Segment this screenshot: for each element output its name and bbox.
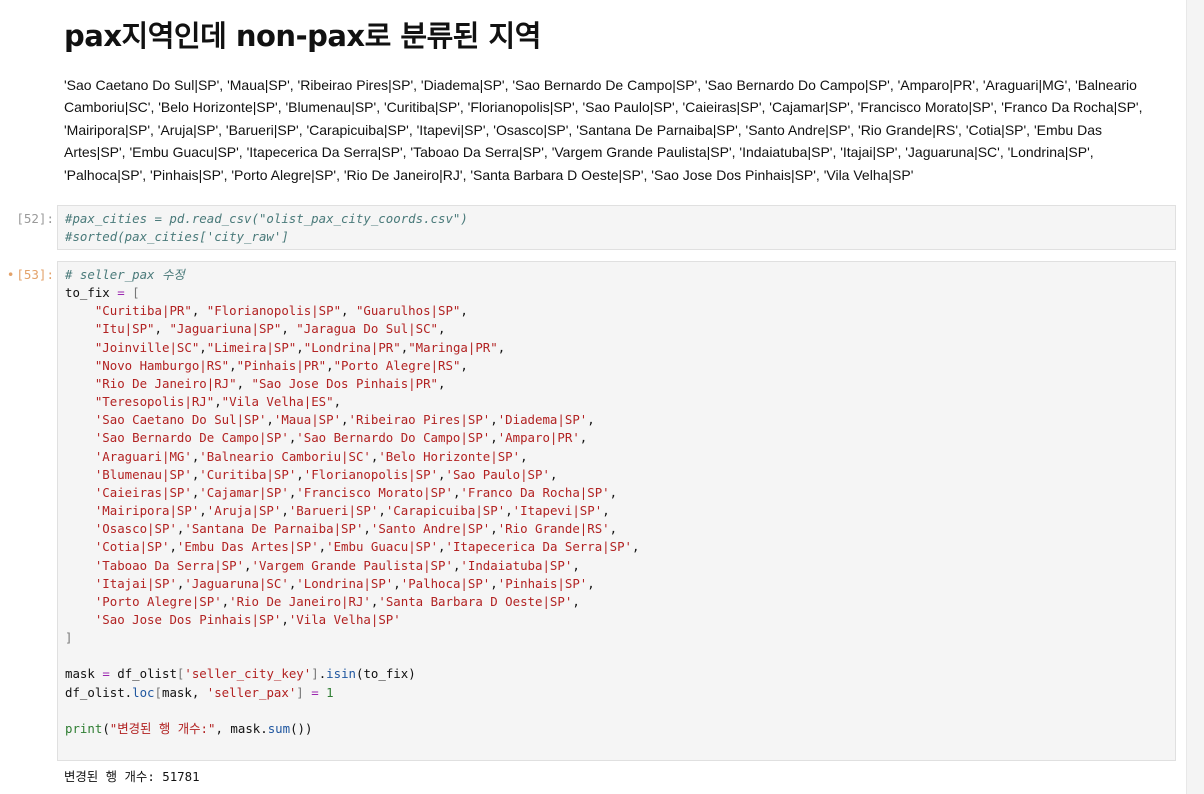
code-string: 'Francisco Morato|SP'	[296, 484, 453, 500]
code-string: 'Curitiba|SP'	[199, 466, 297, 482]
code-string: 'Jaguaruna|SC'	[184, 575, 289, 591]
code-string: 'Rio Grande|RS'	[497, 521, 610, 537]
code-operator: =	[311, 684, 319, 700]
code-string: 'Maua|SP'	[273, 412, 342, 428]
code-string: 'Belo Horizonte|SP'	[378, 448, 521, 464]
code-string: "Teresopolis|RJ"	[94, 394, 215, 410]
code-string: "Porto Alegre|RS"	[333, 357, 461, 373]
code-string: "Curitiba|PR"	[94, 303, 192, 319]
code-string: "Pinhais|PR"	[236, 357, 327, 373]
code-string: 'Cotia|SP'	[94, 539, 170, 555]
code-method: sum	[267, 720, 291, 736]
code-string: 'Rio De Janeiro|RJ'	[229, 593, 371, 609]
code-string: 'Palhoca|SP'	[400, 575, 491, 591]
code-comment: # seller_pax 수정	[65, 267, 185, 282]
execution-count-prompt: [52]:	[16, 211, 54, 226]
code-string: 'Santo Andre|SP'	[370, 521, 491, 537]
code-bracket: [	[154, 684, 162, 700]
code-string: 'seller_pax'	[206, 684, 297, 700]
markdown-cell[interactable]: pax지역인데 non-pax로 분류된 지역 'Sao Caetano Do …	[64, 14, 1154, 186]
code-string: 'Carapicuiba|SP'	[385, 503, 506, 519]
execution-count-prompt: • [53]:	[6, 267, 54, 282]
code-string: 'Araguari|MG'	[94, 448, 192, 464]
code-string: 'seller_city_key'	[184, 666, 312, 682]
markdown-paragraph: 'Sao Caetano Do Sul|SP', 'Maua|SP', 'Rib…	[64, 77, 1143, 183]
code-string: 'Santana De Parnaiba|SP'	[184, 521, 364, 537]
code-block: # seller_pax 수정 to_fix = [ "Curitiba|PR"…	[65, 267, 640, 736]
code-string: 'Sao Bernardo De Campo|SP'	[94, 430, 289, 446]
code-string: 'Taboao Da Serra|SP'	[94, 557, 245, 573]
code-method: loc	[132, 684, 155, 700]
code-string: 'Embu Das Artes|SP'	[176, 539, 319, 555]
code-string: "Londrina|PR"	[303, 339, 401, 355]
code-bracket: ]	[296, 684, 304, 700]
markdown-heading: pax지역인데 non-pax로 분류된 지역	[64, 19, 541, 53]
code-string: 'Porto Alegre|SP'	[94, 593, 222, 609]
code-string: "Itu|SP"	[94, 321, 155, 337]
code-string: 'Osasco|SP'	[94, 521, 177, 537]
code-string: 'Londrina|SP'	[296, 575, 394, 591]
code-string: 'Franco Da Rocha|SP'	[460, 484, 610, 500]
code-bracket: ]	[65, 630, 73, 646]
code-string: "Florianopolis|SP"	[206, 303, 342, 319]
code-number: 1	[326, 684, 334, 700]
code-string: "Guarulhos|SP"	[355, 303, 461, 319]
code-string: "Maringa|PR"	[408, 339, 498, 355]
code-string: "Limeira|SP"	[206, 339, 297, 355]
code-string: 'Sao Paulo|SP'	[445, 466, 550, 482]
cell-output: 변경된 행 개수: 51781	[64, 769, 200, 784]
code-string: "Jaragua Do Sul|SC"	[296, 321, 439, 337]
code-string: 'Embu Guacu|SP'	[326, 539, 439, 555]
scrollbar[interactable]	[1186, 0, 1204, 794]
code-string: "Joinville|SC"	[94, 339, 200, 355]
code-string: 'Amparo|PR'	[497, 430, 580, 446]
code-bracket: ]	[311, 666, 319, 682]
code-string: 'Indaiatuba|SP'	[460, 557, 573, 573]
code-string: 'Mairipora|SP'	[94, 503, 200, 519]
code-editor[interactable]: #pax_cities = pd.read_csv("olist_pax_cit…	[57, 205, 1176, 250]
code-editor[interactable]: # seller_pax 수정 to_fix = [ "Curitiba|PR"…	[57, 261, 1176, 761]
code-string: 'Ribeirao Pires|SP'	[348, 412, 491, 428]
code-string: 'Barueri|SP'	[288, 503, 379, 519]
code-string: 'Vila Velha|SP'	[288, 611, 401, 627]
unsaved-dot-icon: •	[6, 267, 15, 282]
code-string: 'Itajai|SP'	[94, 575, 177, 591]
code-string: 'Balneario Camboriu|SC'	[199, 448, 371, 464]
code-operator: =	[102, 666, 110, 682]
code-string: "Vila Velha|ES"	[221, 394, 334, 410]
code-string: "Rio De Janeiro|RJ"	[94, 375, 237, 391]
code-string: 'Itapecerica Da Serra|SP'	[445, 539, 633, 555]
code-string: 'Aruja|SP'	[206, 503, 282, 519]
code-string: 'Itapevi|SP'	[512, 503, 603, 519]
code-builtin: print	[65, 720, 103, 736]
comment-line: #sorted(pax_cities['city_raw']	[65, 229, 289, 245]
code-method: isin	[326, 666, 356, 682]
comment-line: #pax_cities = pd.read_csv("olist_pax_cit…	[65, 211, 468, 226]
code-operator: =	[117, 285, 125, 301]
code-string: 'Sao Bernardo Do Campo|SP'	[296, 430, 491, 446]
code-string: 'Florianopolis|SP'	[303, 466, 439, 482]
code-string: 'Diadema|SP'	[497, 412, 588, 428]
code-string: 'Pinhais|SP'	[497, 575, 588, 591]
code-bracket: [	[132, 285, 140, 301]
code-string: "변경된 행 개수:"	[109, 720, 216, 736]
code-string: "Novo Hamburgo|RS"	[94, 357, 230, 373]
code-string: 'Blumenau|SP'	[94, 466, 192, 482]
code-string: "Jaguariuna|SP"	[169, 321, 282, 337]
code-string: 'Caieiras|SP'	[94, 484, 192, 500]
code-string: "Sao Jose Dos Pinhais|PR"	[251, 375, 439, 391]
code-string: 'Sao Caetano Do Sul|SP'	[94, 412, 267, 428]
code-string: 'Sao Jose Dos Pinhais|SP'	[94, 611, 282, 627]
code-string: 'Santa Barbara D Oeste|SP'	[378, 593, 573, 609]
code-string: 'Vargem Grande Paulista|SP'	[251, 557, 453, 573]
code-string: 'Cajamar|SP'	[199, 484, 289, 500]
